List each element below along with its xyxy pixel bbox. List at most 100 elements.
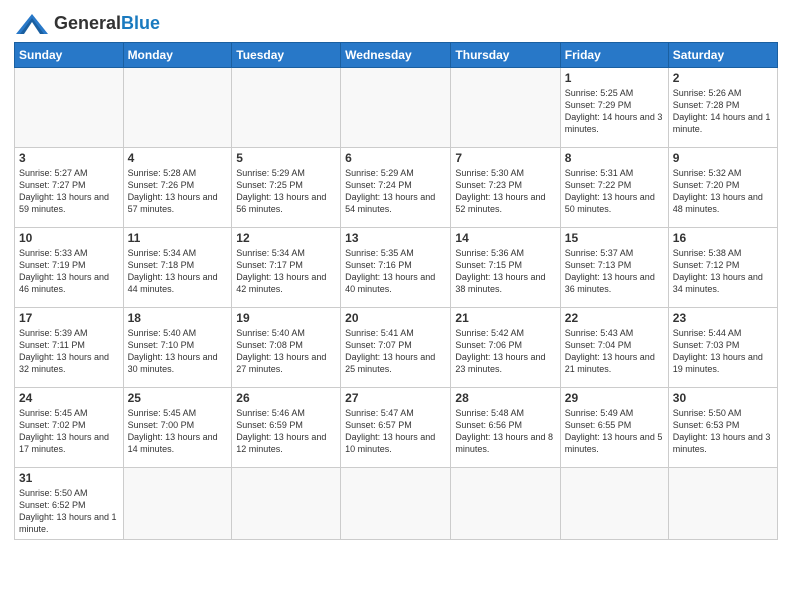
header: GeneralBlue [14,10,778,38]
calendar-cell: 30Sunrise: 5:50 AM Sunset: 6:53 PM Dayli… [668,388,777,468]
calendar-cell: 9 Sunrise: 5:32 AM Sunset: 7:20 PM Daylig… [668,148,777,228]
calendar-cell: 26Sunrise: 5:46 AM Sunset: 6:59 PM Dayli… [232,388,341,468]
day-number: 2 [673,71,773,85]
calendar-cell: 21 Sunrise: 5:42 AM Sunset: 7:06 PM Dayli… [451,308,560,388]
day-number: 3 [19,151,119,165]
calendar-cell: 1 Sunrise: 5:25 AM Sunset: 7:29 PM Daylig… [560,68,668,148]
calendar-week-row: 31Sunrise: 5:50 AM Sunset: 6:52 PM Dayli… [15,468,778,540]
calendar-cell: 6Sunrise: 5:29 AM Sunset: 7:24 PM Daylig… [341,148,451,228]
day-number: 17 [19,311,119,325]
day-info: Sunrise: 5:35 AM Sunset: 7:16 PM Dayligh… [345,247,446,296]
calendar-cell: 27 Sunrise: 5:47 AM Sunset: 6:57 PM Dayli… [341,388,451,468]
weekday-header-monday: Monday [123,43,232,68]
calendar-cell: 19Sunrise: 5:40 AM Sunset: 7:08 PM Dayli… [232,308,341,388]
calendar-cell: 7Sunrise: 5:30 AM Sunset: 7:23 PM Daylig… [451,148,560,228]
day-info: Sunrise: 5:49 AM Sunset: 6:55 PM Dayligh… [565,407,664,456]
day-number: 29 [565,391,664,405]
day-info: Sunrise: 5:44 AM Sunset: 7:03 PM Dayligh… [673,327,773,376]
logo-blue: Blue [121,13,160,33]
day-number: 21 [455,311,555,325]
day-number: 15 [565,231,664,245]
day-number: 24 [19,391,119,405]
day-number: 14 [455,231,555,245]
calendar-cell [232,68,341,148]
day-number: 18 [128,311,228,325]
weekday-header-row: SundayMondayTuesdayWednesdayThursdayFrid… [15,43,778,68]
weekday-header-sunday: Sunday [15,43,124,68]
calendar-cell [341,68,451,148]
day-number: 27 [345,391,446,405]
calendar-cell: 13 Sunrise: 5:35 AM Sunset: 7:16 PM Dayli… [341,228,451,308]
calendar-cell [451,68,560,148]
calendar-cell: 14 Sunrise: 5:36 AM Sunset: 7:15 PM Dayli… [451,228,560,308]
calendar-week-row: 17 Sunrise: 5:39 AM Sunset: 7:11 PM Dayli… [15,308,778,388]
calendar-cell: 18Sunrise: 5:40 AM Sunset: 7:10 PM Dayli… [123,308,232,388]
calendar-week-row: 10 Sunrise: 5:33 AM Sunset: 7:19 PM Dayli… [15,228,778,308]
logo-icon [14,10,50,38]
day-info: Sunrise: 5:48 AM Sunset: 6:56 PM Dayligh… [455,407,555,456]
day-info: Sunrise: 5:40 AM Sunset: 7:08 PM Dayligh… [236,327,336,376]
calendar-cell [123,68,232,148]
calendar-cell [341,468,451,540]
day-number: 25 [128,391,228,405]
day-number: 9 [673,151,773,165]
day-number: 1 [565,71,664,85]
day-number: 4 [128,151,228,165]
day-info: Sunrise: 5:37 AM Sunset: 7:13 PM Dayligh… [565,247,664,296]
day-info: Sunrise: 5:32 AM Sunset: 7:20 PM Dayligh… [673,167,773,216]
day-info: Sunrise: 5:28 AM Sunset: 7:26 PM Dayligh… [128,167,228,216]
weekday-header-tuesday: Tuesday [232,43,341,68]
day-info: Sunrise: 5:41 AM Sunset: 7:07 PM Dayligh… [345,327,446,376]
calendar-cell [668,468,777,540]
day-info: Sunrise: 5:47 AM Sunset: 6:57 PM Dayligh… [345,407,446,456]
day-number: 7 [455,151,555,165]
day-number: 28 [455,391,555,405]
day-info: Sunrise: 5:45 AM Sunset: 7:00 PM Dayligh… [128,407,228,456]
day-info: Sunrise: 5:29 AM Sunset: 7:24 PM Dayligh… [345,167,446,216]
calendar-cell: 2 Sunrise: 5:26 AM Sunset: 7:28 PM Daylig… [668,68,777,148]
day-info: Sunrise: 5:46 AM Sunset: 6:59 PM Dayligh… [236,407,336,456]
calendar-page: GeneralBlue SundayMondayTuesdayWednesday… [0,0,792,548]
calendar-week-row: 1 Sunrise: 5:25 AM Sunset: 7:29 PM Daylig… [15,68,778,148]
calendar-cell: 4 Sunrise: 5:28 AM Sunset: 7:26 PM Daylig… [123,148,232,228]
day-info: Sunrise: 5:36 AM Sunset: 7:15 PM Dayligh… [455,247,555,296]
logo-text: GeneralBlue [54,14,160,34]
day-info: Sunrise: 5:34 AM Sunset: 7:18 PM Dayligh… [128,247,228,296]
day-info: Sunrise: 5:43 AM Sunset: 7:04 PM Dayligh… [565,327,664,376]
logo: GeneralBlue [14,10,160,38]
weekday-header-friday: Friday [560,43,668,68]
calendar-cell: 10 Sunrise: 5:33 AM Sunset: 7:19 PM Dayli… [15,228,124,308]
weekday-header-wednesday: Wednesday [341,43,451,68]
day-number: 8 [565,151,664,165]
day-info: Sunrise: 5:45 AM Sunset: 7:02 PM Dayligh… [19,407,119,456]
calendar-week-row: 24 Sunrise: 5:45 AM Sunset: 7:02 PM Dayli… [15,388,778,468]
calendar-cell: 12Sunrise: 5:34 AM Sunset: 7:17 PM Dayli… [232,228,341,308]
day-number: 31 [19,471,119,485]
day-info: Sunrise: 5:42 AM Sunset: 7:06 PM Dayligh… [455,327,555,376]
day-info: Sunrise: 5:26 AM Sunset: 7:28 PM Dayligh… [673,87,773,136]
calendar-cell [123,468,232,540]
day-info: Sunrise: 5:39 AM Sunset: 7:11 PM Dayligh… [19,327,119,376]
day-number: 20 [345,311,446,325]
calendar-cell: 22Sunrise: 5:43 AM Sunset: 7:04 PM Dayli… [560,308,668,388]
calendar-cell: 17 Sunrise: 5:39 AM Sunset: 7:11 PM Dayli… [15,308,124,388]
day-number: 16 [673,231,773,245]
day-info: Sunrise: 5:31 AM Sunset: 7:22 PM Dayligh… [565,167,664,216]
day-number: 11 [128,231,228,245]
day-number: 10 [19,231,119,245]
calendar-week-row: 3Sunrise: 5:27 AM Sunset: 7:27 PM Daylig… [15,148,778,228]
calendar-cell: 31Sunrise: 5:50 AM Sunset: 6:52 PM Dayli… [15,468,124,540]
weekday-header-saturday: Saturday [668,43,777,68]
day-info: Sunrise: 5:25 AM Sunset: 7:29 PM Dayligh… [565,87,664,136]
day-info: Sunrise: 5:34 AM Sunset: 7:17 PM Dayligh… [236,247,336,296]
calendar-cell: 20 Sunrise: 5:41 AM Sunset: 7:07 PM Dayli… [341,308,451,388]
day-info: Sunrise: 5:33 AM Sunset: 7:19 PM Dayligh… [19,247,119,296]
day-number: 13 [345,231,446,245]
calendar-table: SundayMondayTuesdayWednesdayThursdayFrid… [14,42,778,540]
day-info: Sunrise: 5:38 AM Sunset: 7:12 PM Dayligh… [673,247,773,296]
day-number: 30 [673,391,773,405]
calendar-cell: 29 Sunrise: 5:49 AM Sunset: 6:55 PM Dayli… [560,388,668,468]
day-number: 5 [236,151,336,165]
calendar-cell: 8 Sunrise: 5:31 AM Sunset: 7:22 PM Daylig… [560,148,668,228]
calendar-cell [451,468,560,540]
